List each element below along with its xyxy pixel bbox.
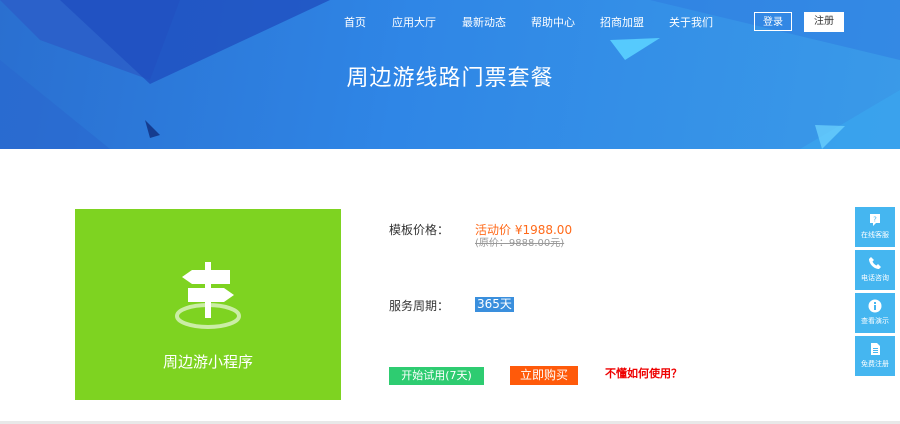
signpost-icon: [175, 262, 241, 329]
period-label: 服务周期：: [389, 299, 450, 313]
buy-now-button[interactable]: 立即购买: [510, 366, 578, 385]
sidebar-item-register[interactable]: 免费注册: [855, 336, 895, 376]
login-button[interactable]: 登录: [754, 12, 792, 31]
howto-link[interactable]: 不懂如何使用？: [605, 365, 682, 381]
phone-icon: [869, 257, 881, 269]
sidebar-item-label: 免费注册: [861, 360, 889, 368]
price-label: 模板价格：: [389, 223, 450, 237]
start-trial-button[interactable]: 开始试用(7天): [389, 367, 484, 385]
price-original: (原价：9888.00元): [475, 238, 565, 249]
question-icon: ?: [870, 214, 880, 226]
nav-item-franchise[interactable]: 招商加盟: [600, 14, 644, 30]
period-value: 365天: [475, 297, 514, 312]
sidebar-item-phone[interactable]: 电话咨询: [855, 250, 895, 290]
sidebar-item-online-service[interactable]: ? 在线客服: [855, 207, 895, 247]
sidebar-item-label: 在线客服: [861, 231, 889, 239]
sidebar-item-label: 查看演示: [861, 317, 889, 325]
page-title: 周边游线路门票套餐: [346, 66, 554, 91]
nav-item-news[interactable]: 最新动态: [462, 14, 506, 30]
sidebar-item-label: 电话咨询: [861, 274, 889, 282]
svg-text:?: ?: [873, 216, 877, 224]
info-icon: [868, 299, 882, 313]
nav-item-about[interactable]: 关于我们: [669, 14, 713, 30]
nav-item-home[interactable]: 首页: [344, 14, 366, 30]
document-icon: [871, 343, 880, 355]
register-button[interactable]: 注册: [804, 12, 844, 32]
nav-item-app-hall[interactable]: 应用大厅: [392, 14, 436, 30]
sidebar-item-demo[interactable]: 查看演示: [855, 293, 895, 333]
product-name: 周边游小程序: [162, 353, 253, 371]
hero-banner: 首页 应用大厅 最新动态 帮助中心 招商加盟 关于我们 登录 注册 周边游线路门…: [0, 0, 900, 149]
nav-item-help[interactable]: 帮助中心: [531, 14, 575, 30]
